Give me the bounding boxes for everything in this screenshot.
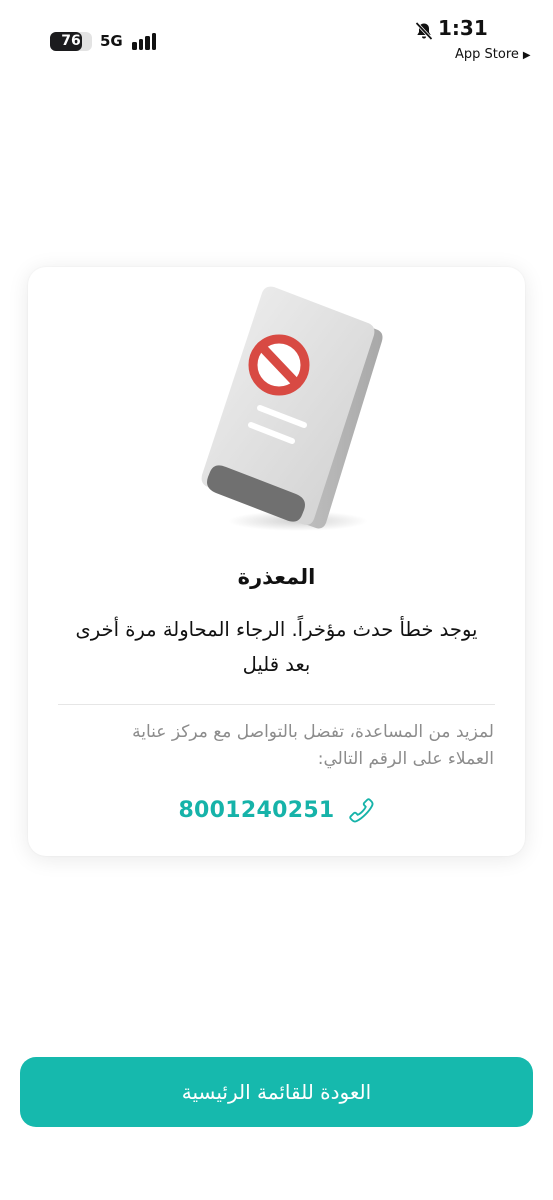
back-to-app-store-link[interactable]: App Store ▶ bbox=[455, 47, 531, 62]
status-bar: 76 5G 1:31 App Store ▶ bbox=[0, 0, 553, 70]
network-type: 5G bbox=[100, 32, 123, 50]
blocked-phone-illustration bbox=[201, 286, 383, 531]
divider bbox=[58, 704, 495, 705]
customer-care-phone[interactable]: 8001240251 bbox=[28, 795, 525, 825]
back-link-label: App Store bbox=[455, 47, 519, 62]
bell-muted-icon bbox=[415, 21, 433, 41]
status-time: 1:31 bbox=[438, 16, 488, 40]
error-card: المعذرة يوجد خطأ حدث مؤخراً. الرجاء المح… bbox=[28, 267, 525, 856]
battery-icon: 76 bbox=[50, 32, 92, 51]
signal-icon bbox=[132, 33, 162, 50]
error-message: يوجد خطأ حدث مؤخراً. الرجاء المحاولة مرة… bbox=[75, 618, 478, 676]
play-icon: ▶ bbox=[522, 50, 531, 61]
phone-number[interactable]: 8001240251 bbox=[178, 798, 334, 823]
help-text: لمزيد من المساعدة، تفضل بالتواصل مع مركز… bbox=[132, 722, 494, 769]
back-to-main-menu-button[interactable]: العودة للقائمة الرئيسية bbox=[20, 1057, 533, 1127]
error-title: المعذرة bbox=[237, 565, 316, 589]
back-to-main-menu-label: العودة للقائمة الرئيسية bbox=[181, 1080, 372, 1104]
battery-level-text: 76 bbox=[61, 33, 81, 49]
phone-icon[interactable] bbox=[347, 796, 375, 824]
